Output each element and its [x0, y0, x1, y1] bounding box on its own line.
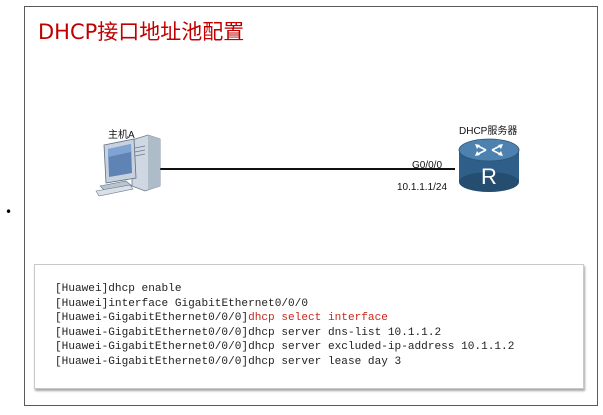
router-icon: R: [458, 138, 520, 192]
cli-line: [Huawei-GigabitEthernet0/0/0]dhcp server…: [55, 326, 514, 341]
cli-prompt: [Huawei-GigabitEthernet0/0/0]: [55, 326, 249, 339]
cli-line: [Huawei-GigabitEthernet0/0/0]dhcp server…: [55, 355, 514, 370]
cli-config-box: [Huawei]dhcp enable [Huawei]interface Gi…: [34, 264, 584, 389]
cli-command: dhcp server dns-list 10.1.1.2: [248, 326, 442, 339]
cli-command: dhcp enable: [108, 283, 182, 295]
cli-prompt: [Huawei]: [55, 283, 109, 295]
server-label: DHCP服务器: [459, 126, 518, 137]
cli-prompt: [Huawei-GigabitEthernet0/0/0]: [55, 341, 249, 354]
cli-line: [Huawei-GigabitEthernet0/0/0]dhcp server…: [55, 340, 514, 355]
cli-lines: [Huawei]dhcp enable [Huawei]interface Gi…: [55, 282, 514, 370]
cli-prompt: [Huawei-GigabitEthernet0/0/0]: [55, 312, 249, 325]
cli-prompt: [Huawei-GigabitEthernet0/0/0]: [55, 355, 249, 368]
interface-label: G0/0/0: [412, 160, 443, 171]
cli-command-highlighted: dhcp select interface: [248, 312, 388, 325]
ip-address-label: 10.1.1.1/24: [397, 182, 448, 193]
cli-prompt: [Huawei]: [55, 297, 109, 310]
cli-command: dhcp server excluded-ip-address 10.1.1.2: [248, 341, 515, 354]
router-letter: R: [481, 164, 497, 189]
cli-line: [Huawei]dhcp enable: [55, 282, 514, 297]
host-label: 主机A: [108, 130, 135, 141]
host-pc-icon: [95, 134, 161, 197]
cli-line: [Huawei]interface GigabitEthernet0/0/0: [55, 297, 514, 312]
cli-command: dhcp server lease day 3: [248, 355, 402, 368]
cli-line: [Huawei-GigabitEthernet0/0/0]dhcp select…: [55, 311, 514, 326]
cli-command: interface GigabitEthernet0/0/0: [108, 297, 308, 310]
